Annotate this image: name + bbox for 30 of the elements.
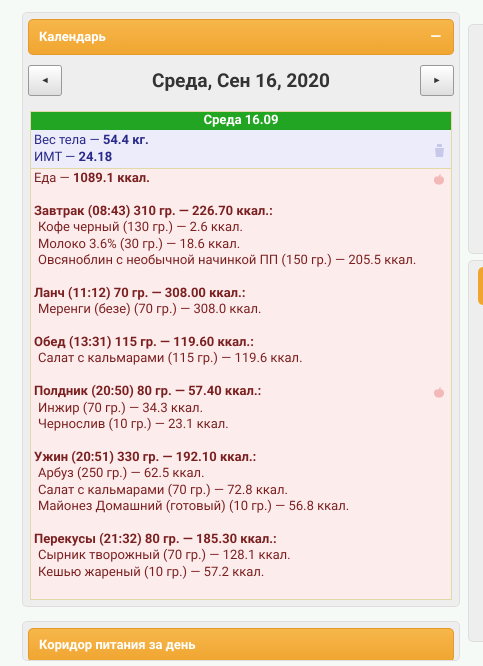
meal-item: Молоко 3.6% (30 гр.) — 18.6 ккал. <box>37 236 242 254</box>
meal-header: Обед (13:31) 115 гр. — 119.60 ккал.: <box>34 335 254 352</box>
stat-line: Вес тела — 54.4 кг. <box>34 132 149 149</box>
meal-header: Ланч (11:12) 70 гр. — 308.00 ккал.: <box>34 286 246 302</box>
meal-item: Арбуз (250 гр.) — 62.5 ккал. <box>37 466 206 483</box>
food-total: Еда — 1089.1 ккал. <box>34 171 150 188</box>
fruit-icon <box>433 174 445 186</box>
meal-item: Овсяноблин с необычной начинкой ПП (150 гр.) — 205.5 ккал. <box>37 253 418 270</box>
day-header: Среда 16.09 <box>31 112 451 130</box>
meal-header: Перекусы (21:32) 80 гр. — 185.30 ккал.: <box>34 532 277 548</box>
meal-header: Завтрак (08:43) 310 гр. — 226.70 ккал.: <box>34 204 273 220</box>
meal-item: Салат с кальмарами (115 гр.) — 119.6 ккал. <box>37 351 304 368</box>
meal-header: Ужин (20:51) 330 гр. — 192.10 ккал.: <box>34 450 256 466</box>
meal-item: Салат с кальмарами (70 гр.) — 72.8 ккал. <box>37 482 289 500</box>
fruit-icon <box>433 387 445 400</box>
date-title: Среда, Сен 16, 2020 <box>152 69 330 92</box>
meal-item: Сырник творожный (70 гр.) — 128.1 ккал. <box>37 548 292 565</box>
meal-item: Кешью жареный (10 гр.) — 57.2 ккал. <box>37 564 266 582</box>
next-day-button[interactable]: ► <box>420 65 454 96</box>
meal-item: Инжир (70 гр.) — 34.3 ккал. <box>37 400 204 418</box>
panel-title: Календарь <box>39 30 106 44</box>
prev-day-button[interactable]: ◄ <box>28 65 62 96</box>
meal-header: Полдник (20:50) 80 гр. — 57.40 ккал.: <box>34 384 262 401</box>
meal-item: Майонез Домашний (готовый) (10 гр.) — 56.8 ккал. <box>37 499 350 516</box>
meal-item: Меренги (безе) (70 гр.) — 308.0 ккал. <box>37 302 262 319</box>
scale-icon <box>434 144 445 157</box>
meal-item: Кофе черный (130 гр.) — 2.6 ккал. <box>37 220 244 237</box>
stat-line: ИМТ — 24.18 <box>34 149 114 166</box>
panel-title: Коридор питания за день <box>39 638 196 653</box>
meal-item: Чернослив (10 гр.) — 23.1 ккал. <box>37 417 230 434</box>
